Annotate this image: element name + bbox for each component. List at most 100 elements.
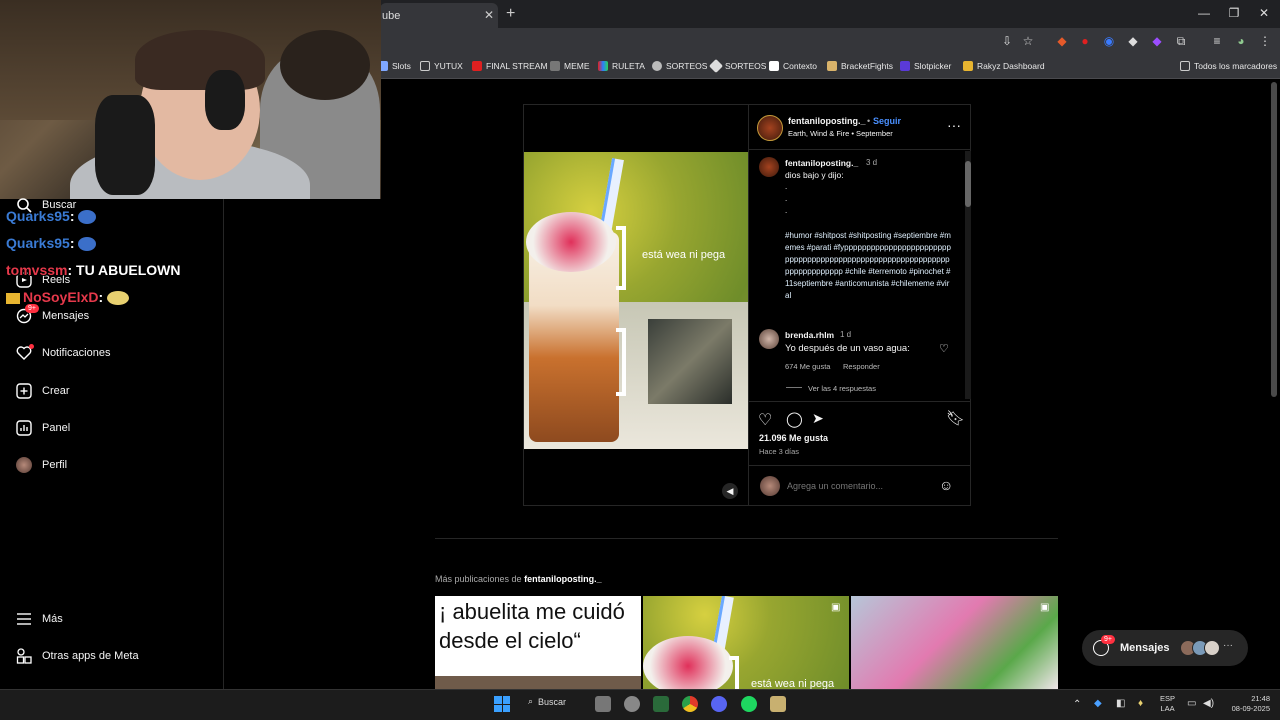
view-replies-button[interactable]: Ver las 4 respuestas xyxy=(808,384,876,393)
reply-button[interactable]: Responder xyxy=(843,362,880,371)
nav-panel[interactable]: Panel xyxy=(16,420,70,436)
extension-icon[interactable]: ◆ xyxy=(1055,34,1069,48)
extension-icon[interactable]: ◆ xyxy=(1150,34,1164,48)
spotify-icon[interactable] xyxy=(741,696,757,712)
bookmark[interactable]: RULETA xyxy=(598,61,645,71)
chrome-icon[interactable] xyxy=(682,696,698,712)
post-username[interactable]: fentaniloposting._ xyxy=(788,116,866,126)
webcam-overlay xyxy=(0,0,381,199)
reading-list-icon[interactable]: ≡ xyxy=(1210,34,1224,48)
mute-icon[interactable]: ◀ xyxy=(722,483,738,499)
chat-message: : xyxy=(69,208,75,224)
restore-icon[interactable]: ❐ xyxy=(1224,6,1244,20)
nav-profile-label: Perfil xyxy=(42,459,68,471)
messages-pill[interactable]: 9+ Mensajes ··· xyxy=(1082,630,1248,666)
new-tab-icon[interactable]: + xyxy=(506,5,515,23)
caption-username[interactable]: fentaniloposting._ xyxy=(785,158,858,168)
discord-icon[interactable] xyxy=(711,696,727,712)
bookmark[interactable]: MEME xyxy=(550,61,590,71)
chat-message: : xyxy=(69,235,75,251)
page-scrollbar[interactable] xyxy=(1271,82,1277,397)
language-indicator[interactable]: ESP LAA xyxy=(1160,694,1175,714)
share-icon[interactable]: ➤ xyxy=(812,410,824,427)
post-thumbnail[interactable]: está wea ni pega ▣ xyxy=(643,596,849,689)
bookmark[interactable]: YUTUX xyxy=(420,61,463,71)
caption-line: dios bajo y dijo: xyxy=(785,170,844,180)
avatar xyxy=(760,476,780,496)
bookmark[interactable]: FINAL STREAM xyxy=(472,61,548,71)
extension-icon[interactable]: ◆ xyxy=(1126,34,1140,48)
microphone-icon[interactable]: ♦ xyxy=(1138,698,1143,709)
bookmark[interactable]: Contexto xyxy=(769,61,817,71)
emote-icon xyxy=(78,237,97,252)
emoji-icon[interactable]: ☺ xyxy=(939,477,953,493)
caption-line: . xyxy=(785,194,788,203)
avatar xyxy=(16,457,32,473)
all-bookmarks[interactable]: Todos los marcadores xyxy=(1180,61,1277,71)
post-thumbnail[interactable]: ¡ abuelita me cuidó desde el cielo“ xyxy=(435,596,641,689)
more-posts-label: Más publicaciones de xyxy=(435,574,522,584)
steam-icon[interactable]: ◆ xyxy=(1094,698,1102,709)
app-icon[interactable] xyxy=(653,696,669,712)
avatar[interactable] xyxy=(757,115,783,141)
bookmark[interactable]: BracketFights xyxy=(827,61,893,71)
more-posts-username[interactable]: fentaniloposting._ xyxy=(524,574,602,584)
app-icon[interactable] xyxy=(624,696,640,712)
avatar[interactable] xyxy=(759,157,779,177)
bookmark[interactable]: SORTEOS xyxy=(708,58,766,74)
bar-chart-icon xyxy=(16,420,32,436)
app-icon[interactable] xyxy=(770,696,786,712)
bookmark[interactable]: SORTEOS xyxy=(652,61,707,71)
more-options-icon[interactable]: ··· xyxy=(947,117,961,133)
comment-icon[interactable]: ◯ xyxy=(786,410,803,428)
comments-scrollbar[interactable] xyxy=(965,151,971,399)
comment-like-icon[interactable]: ♡ xyxy=(939,342,949,355)
more-posts-heading: Más publicaciones de fentaniloposting._ xyxy=(435,574,602,584)
task-view-icon[interactable] xyxy=(595,696,611,712)
caption-hashtags[interactable]: #humor #shitpost #shitposting #septiembr… xyxy=(785,230,953,302)
folder-icon xyxy=(1180,61,1190,71)
comment-likes[interactable]: 674 Me gusta xyxy=(785,362,830,371)
post-thumbnail[interactable]: ▣ xyxy=(851,596,1058,689)
bookmark[interactable]: Slotpicker xyxy=(900,61,951,71)
chat-line: Quarks95: xyxy=(6,235,97,252)
like-icon[interactable]: ♡ xyxy=(758,410,772,430)
windows-start-icon[interactable] xyxy=(494,696,510,712)
extension-icon[interactable]: ◉ xyxy=(1102,34,1116,48)
bookmark[interactable]: Rakyz Dashboard xyxy=(963,61,1045,71)
post-audio[interactable]: Earth, Wind & Fire • September xyxy=(788,129,893,138)
profile-avatar-icon[interactable]: ◕ xyxy=(1234,34,1248,48)
bookmark-star-icon[interactable]: ☆ xyxy=(1021,34,1035,48)
tab-close-icon[interactable]: ✕ xyxy=(484,8,494,22)
nav-create[interactable]: Crear xyxy=(16,383,70,399)
nav-more[interactable]: Más xyxy=(16,611,63,627)
nav-create-label: Crear xyxy=(42,385,70,397)
comment-username[interactable]: brenda.rhlm xyxy=(785,330,834,340)
bookmark[interactable]: Slots xyxy=(378,61,411,71)
install-icon[interactable]: ⇩ xyxy=(1000,34,1014,48)
browser-tab[interactable]: ube ✕ xyxy=(380,3,498,28)
save-icon[interactable]: 🔖︎ xyxy=(946,409,965,427)
chat-user: Quarks95 xyxy=(6,208,70,224)
clock[interactable]: 21:48 08-09-2025 xyxy=(1222,694,1270,714)
chevron-up-icon[interactable]: ⌃ xyxy=(1073,699,1081,710)
nav-profile[interactable]: Perfil xyxy=(16,457,67,473)
thumbnail-text: ¡ abuelita me cuidó desde el cielo“ xyxy=(439,599,625,653)
follow-button[interactable]: Seguir xyxy=(873,116,901,126)
puzzle-icon[interactable]: ⧉ xyxy=(1174,34,1188,48)
menu-kebab-icon[interactable]: ⋮ xyxy=(1258,34,1272,48)
post-media[interactable]: está wea ni pega ◀ xyxy=(524,105,748,505)
extension-icon[interactable]: ● xyxy=(1078,34,1092,48)
minimize-icon[interactable]: — xyxy=(1194,6,1214,20)
search-icon: ⌕ xyxy=(528,696,534,706)
nav-other-apps[interactable]: Otras apps de Meta xyxy=(16,648,139,664)
network-icon[interactable]: ▭ xyxy=(1187,698,1196,709)
close-window-icon[interactable]: ✕ xyxy=(1254,6,1274,20)
more-dots-icon: ··· xyxy=(1223,640,1233,651)
volume-icon[interactable]: ◀) xyxy=(1203,698,1214,709)
comment-input[interactable] xyxy=(787,478,927,494)
tray-icon[interactable]: ◧ xyxy=(1116,698,1125,709)
like-count[interactable]: 21.096 Me gusta xyxy=(759,433,828,443)
taskbar-search[interactable]: ⌕ Buscar xyxy=(528,696,566,707)
avatar[interactable] xyxy=(759,329,779,349)
